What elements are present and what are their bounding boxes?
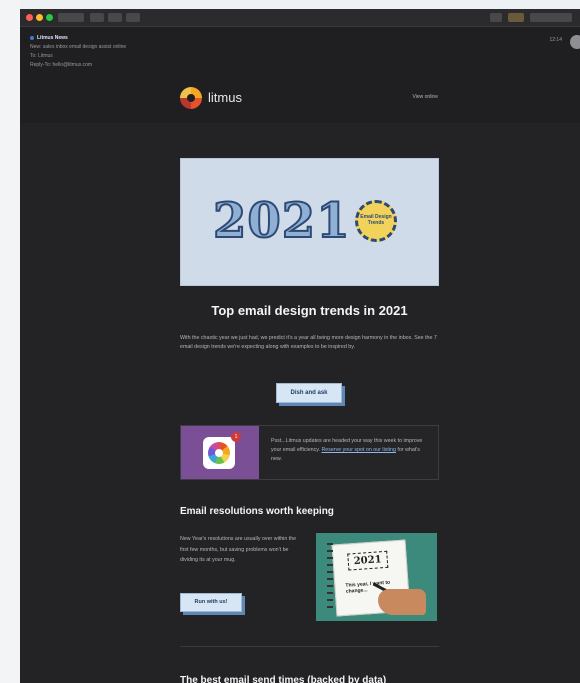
trends-heading: Top email design trends in 2021	[211, 303, 408, 318]
resolutions-paragraph: New Year's resolutions are usually over …	[180, 536, 297, 563]
close-window-button[interactable]	[26, 14, 33, 21]
message-reply-to: Reply-To: hello@litmus.com	[30, 62, 93, 68]
toolbar-button-archive[interactable]	[58, 13, 84, 22]
sender-name[interactable]: Litmus News	[30, 35, 68, 41]
resolutions-cta-button[interactable]: Run with us!	[180, 593, 242, 612]
view-online-link[interactable]: View online	[413, 94, 438, 100]
sender-avatar	[570, 35, 580, 49]
mail-window: Litmus News New: sales inbox email desig…	[20, 9, 580, 683]
message-subject: New: sales inbox email design assist onl…	[30, 44, 127, 50]
promo-text: Psst...Litmus updates are headed your wa…	[271, 438, 423, 462]
toolbar-search-field[interactable]	[530, 13, 572, 22]
promo-banner[interactable]: 1 Psst...Litmus updates are headed your …	[180, 425, 439, 480]
email-header-row: litmus View online	[180, 85, 440, 115]
color-wheel-icon	[203, 437, 235, 469]
email-body: litmus View online 2021 Email Design Tre…	[20, 87, 580, 683]
hero-badge: Email Design Trends	[355, 200, 397, 242]
send-times-heading: The best email send times (backed by dat…	[180, 675, 387, 683]
zoom-window-button[interactable]	[46, 14, 53, 21]
notebook-year: 2021	[347, 550, 389, 571]
toolbar-button-label[interactable]	[508, 13, 524, 22]
toolbar-button-reply[interactable]	[108, 13, 122, 22]
notification-badge: 1	[231, 432, 241, 442]
trends-cta-button[interactable]: Dish and ask	[276, 383, 342, 403]
section-divider	[180, 646, 439, 647]
resolutions-heading: Email resolutions worth keeping	[180, 506, 334, 517]
minimize-window-button[interactable]	[36, 14, 43, 21]
page: Litmus News New: sales inbox email desig…	[0, 0, 580, 683]
toolbar-button-forward[interactable]	[126, 13, 140, 22]
left-sidebar-strip	[0, 0, 20, 683]
toolbar-button-delete[interactable]	[90, 13, 104, 22]
litmus-logo-icon	[180, 87, 202, 109]
hero-year: 2021	[212, 192, 351, 250]
hand-icon	[378, 589, 426, 615]
promo-artwork: 1	[181, 426, 259, 479]
promo-link[interactable]: Reserve your spot on our listing	[321, 447, 396, 453]
message-date: 12:14	[549, 37, 562, 43]
hero-banner-image[interactable]: 2021 Email Design Trends	[180, 158, 439, 286]
notebook-rings	[327, 543, 333, 613]
trends-paragraph: With the chaotic year we just had, we pr…	[180, 335, 437, 350]
window-toolbar	[20, 9, 580, 27]
toolbar-button-flag[interactable]	[490, 13, 502, 22]
notebook-illustration[interactable]: 2021 This year, I want to change...	[316, 533, 437, 621]
message-to: To: Litmus	[30, 53, 53, 59]
unread-dot-icon	[30, 35, 34, 40]
brand-name: litmus	[208, 90, 242, 105]
